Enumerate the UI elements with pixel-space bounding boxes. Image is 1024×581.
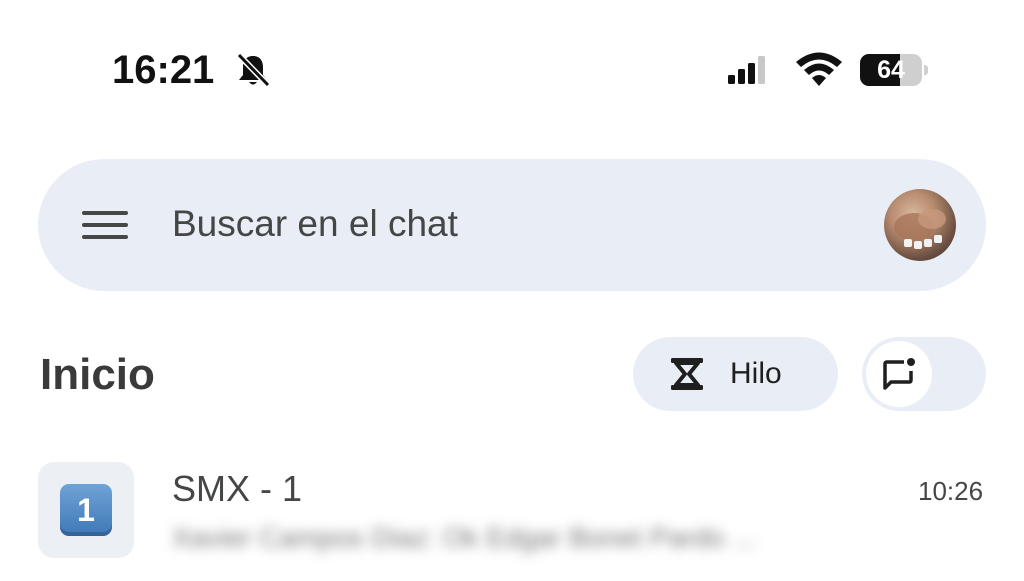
search-bar[interactable]: Buscar en el chat <box>38 159 986 291</box>
new-chat-icon <box>883 358 915 390</box>
battery-level: 64 <box>877 56 905 84</box>
list-item[interactable]: 1 SMX - 1 10:26 Xavier Campos Diaz: Ok E… <box>0 460 1024 581</box>
hamburger-menu-icon[interactable] <box>82 207 128 243</box>
space-avatar: 1 <box>38 462 134 558</box>
status-time: 16:21 <box>112 48 215 92</box>
search-input[interactable]: Buscar en el chat <box>172 203 458 245</box>
keycap-one-icon: 1 <box>60 484 112 536</box>
battery-icon: 64 <box>860 54 928 86</box>
thread-button[interactable]: Hilo <box>633 337 838 411</box>
profile-avatar[interactable] <box>884 189 956 261</box>
thread-button-label: Hilo <box>730 357 782 390</box>
bell-off-icon <box>236 52 271 88</box>
chat-title: SMX - 1 <box>172 468 303 509</box>
page-title: Inicio <box>40 350 155 399</box>
hourglass-icon <box>671 358 703 390</box>
cellular-signal-icon <box>728 56 765 84</box>
wifi-icon <box>796 52 842 86</box>
chat-home-screen: 16:21 64 Buscar en el chat Inicio Hilo 1… <box>0 0 1024 581</box>
chat-timestamp: 10:26 <box>918 476 984 506</box>
chat-preview: Xavier Campos Diaz: Ok Edgar Bonet Pardo… <box>172 522 756 553</box>
new-chat-button[interactable] <box>862 337 986 411</box>
new-chat-circle <box>866 341 932 407</box>
avatar-image <box>894 209 946 249</box>
